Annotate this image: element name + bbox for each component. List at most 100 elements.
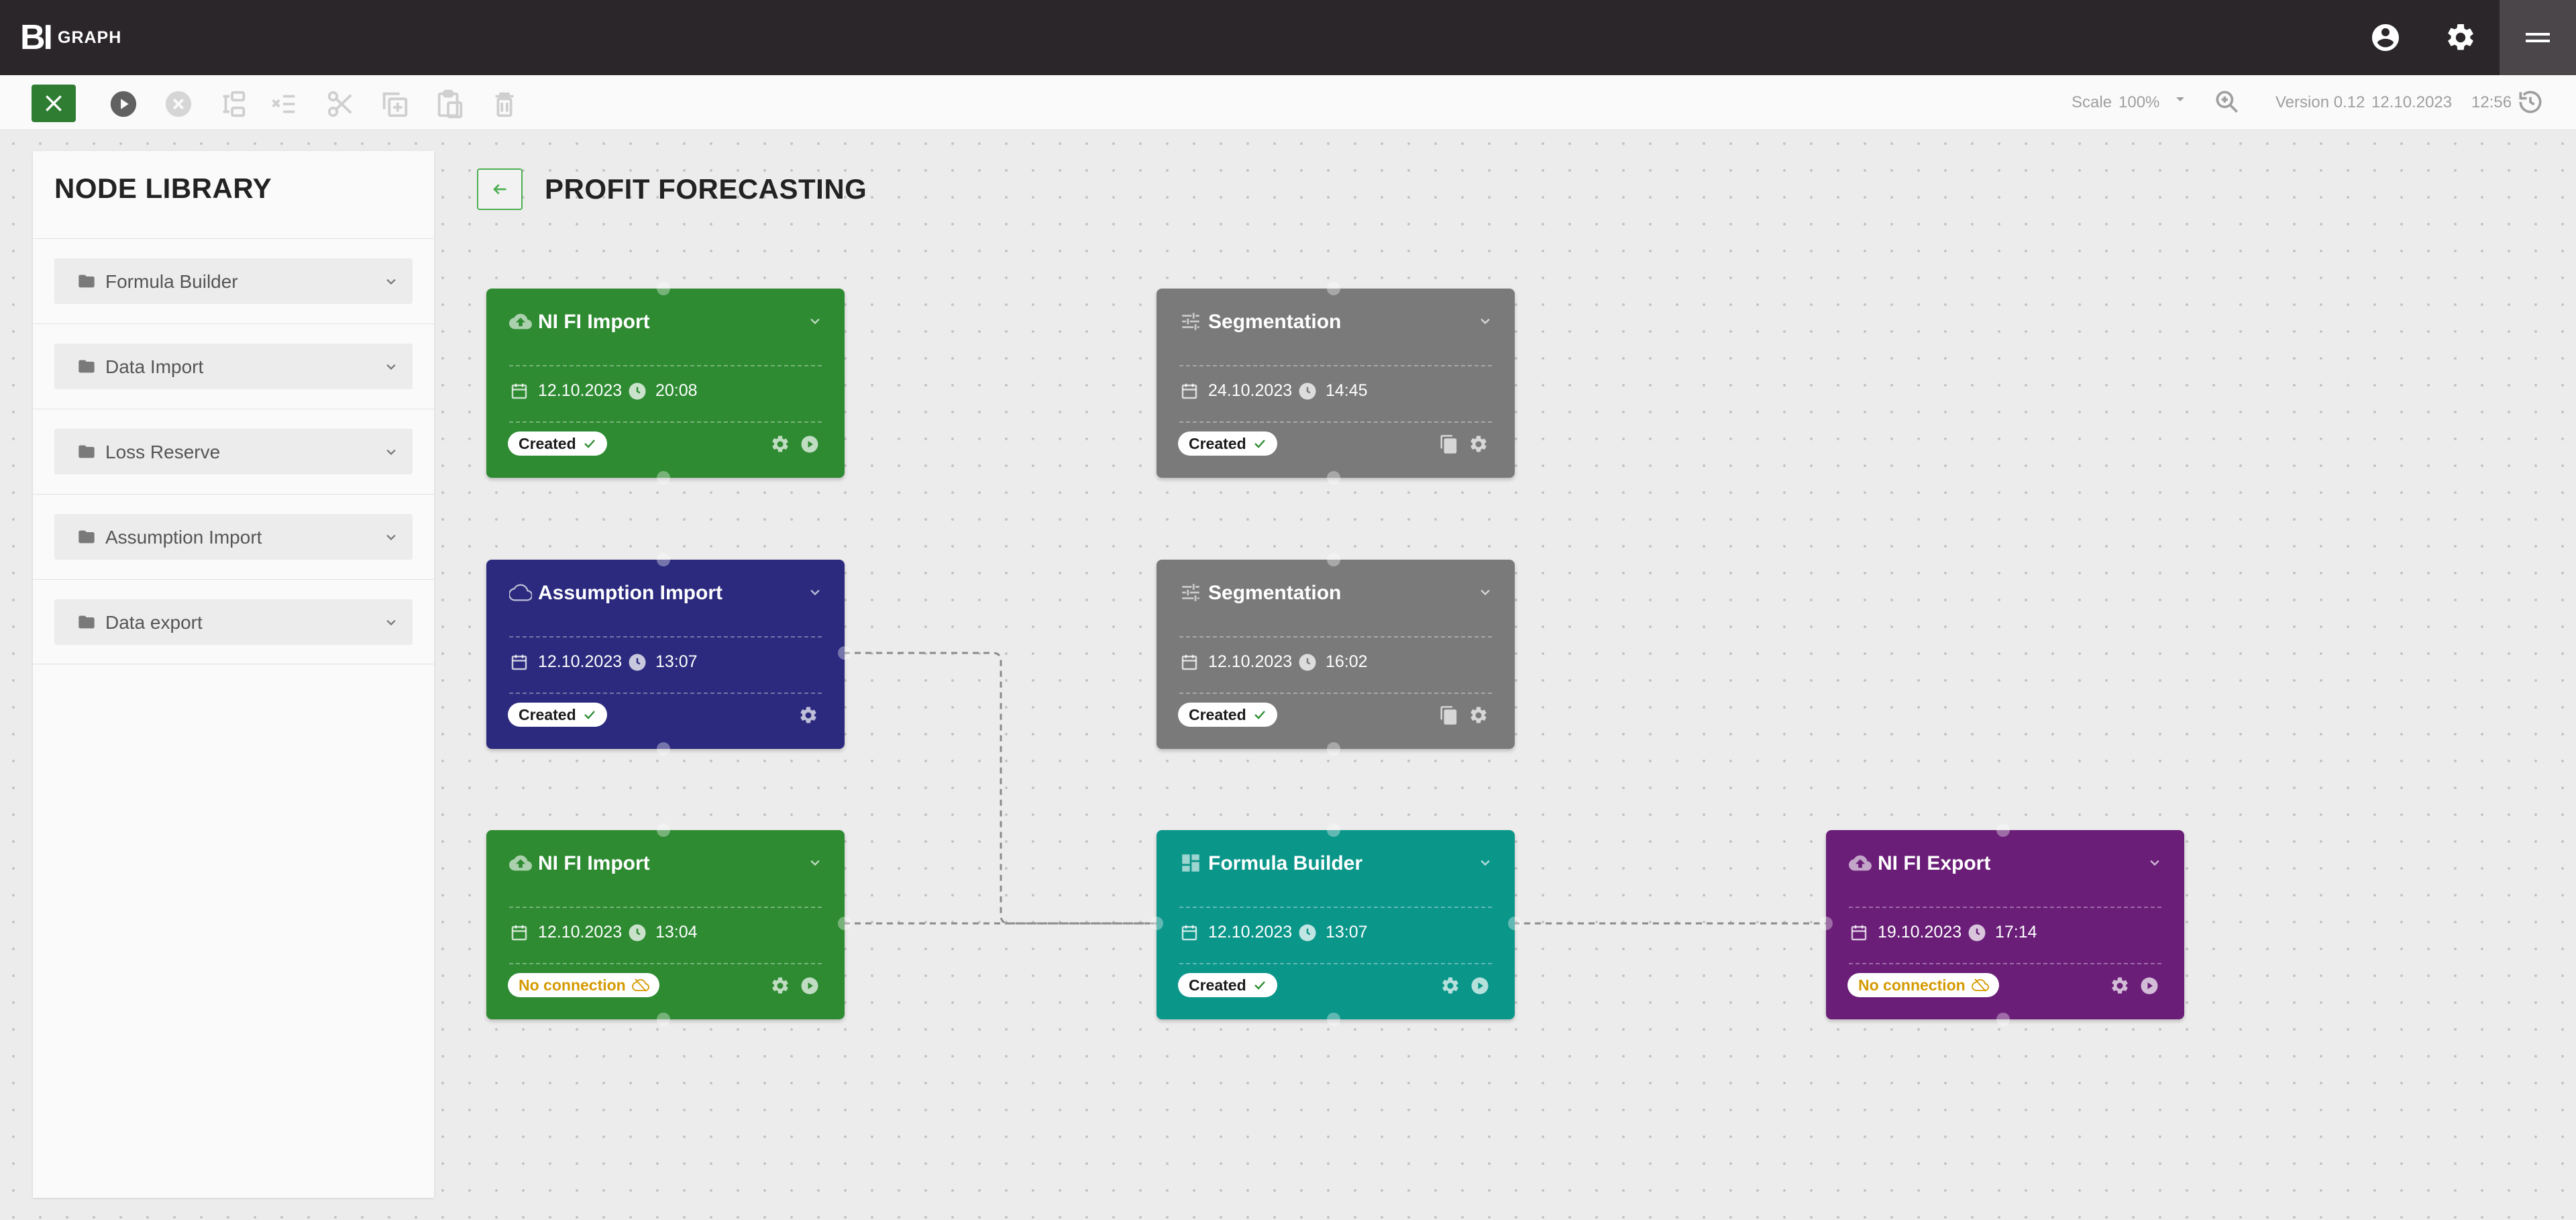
divider	[1179, 907, 1492, 908]
tune-icon	[1182, 584, 1199, 601]
chevron-down-icon[interactable]	[1476, 853, 1495, 872]
divider	[509, 636, 822, 638]
play-icon[interactable]	[2139, 976, 2159, 996]
calendar-icon	[1181, 654, 1197, 670]
port-right[interactable]	[838, 917, 851, 930]
port-bottom[interactable]	[657, 742, 670, 756]
divider	[509, 421, 822, 423]
node-ni-fi-export[interactable]: NI FI Export 19.10.2023 17:14 No connect…	[1819, 823, 2184, 1026]
status-badge: Created	[508, 703, 607, 727]
port-top[interactable]	[1996, 823, 2010, 837]
calendar-icon	[511, 383, 527, 399]
node-ni-fi-import[interactable]: NI FI Import 12.10.2023 20:08 Created	[486, 282, 845, 485]
node-assumption-import[interactable]: Assumption Import 12.10.2023 13:07 Creat…	[486, 553, 851, 756]
chevron-down-icon[interactable]	[1476, 582, 1495, 601]
tune-icon	[1182, 313, 1199, 330]
copy-icon[interactable]	[1439, 705, 1459, 725]
status-text: No connection	[1858, 976, 1966, 994]
divider	[1179, 365, 1492, 366]
status-text: Created	[1189, 705, 1246, 723]
status-badge: No connection	[508, 973, 659, 997]
calendar-icon	[1851, 925, 1867, 941]
clock-icon	[629, 924, 646, 942]
port-right[interactable]	[838, 646, 851, 660]
settings-icon[interactable]	[1440, 976, 1460, 996]
copy-icon[interactable]	[1439, 434, 1459, 454]
settings-icon[interactable]	[2110, 976, 2130, 996]
port-bottom[interactable]	[657, 1013, 670, 1026]
node-title: NI FI Import	[538, 852, 650, 874]
play-icon[interactable]	[1470, 976, 1490, 996]
divider	[509, 907, 822, 908]
port-bottom[interactable]	[1327, 1013, 1340, 1026]
port-left[interactable]	[1819, 917, 1833, 930]
node-time: 17:14	[1995, 923, 2037, 942]
node-title: Formula Builder	[1208, 852, 1363, 874]
node-title: Assumption Import	[538, 582, 722, 604]
port-top[interactable]	[657, 282, 670, 295]
port-top[interactable]	[657, 823, 670, 837]
divider	[509, 365, 822, 366]
node-title: Segmentation	[1208, 311, 1342, 333]
node-date: 12.10.2023	[1208, 652, 1293, 671]
divider	[509, 963, 822, 964]
port-bottom[interactable]	[1327, 471, 1340, 485]
play-icon[interactable]	[800, 434, 820, 454]
settings-icon[interactable]	[798, 705, 818, 725]
divider	[1179, 636, 1492, 638]
node-ni-fi-import[interactable]: NI FI Import 12.10.2023 13:04 No connect…	[486, 823, 851, 1026]
node-date: 24.10.2023	[1208, 381, 1293, 400]
node-title: NI FI Import	[538, 311, 650, 333]
port-right[interactable]	[1508, 917, 1521, 930]
calendar-icon	[1181, 925, 1197, 941]
play-icon[interactable]	[800, 976, 820, 996]
chevron-down-icon[interactable]	[806, 853, 824, 872]
divider	[1179, 963, 1492, 964]
check-icon	[1254, 440, 1265, 448]
node-date: 12.10.2023	[538, 923, 623, 942]
chevron-down-icon[interactable]	[806, 311, 824, 330]
node-time: 16:02	[1326, 652, 1368, 671]
clock-icon	[629, 383, 646, 400]
port-top[interactable]	[657, 553, 670, 566]
node-date: 19.10.2023	[1878, 923, 1962, 942]
port-bottom[interactable]	[1996, 1013, 2010, 1026]
port-left[interactable]	[1150, 917, 1163, 930]
status-badge: Created	[1178, 973, 1277, 997]
node-date: 12.10.2023	[1208, 923, 1293, 942]
cloud-upload-icon	[509, 313, 532, 329]
node-segmentation[interactable]: Segmentation 12.10.2023 16:02 Created	[1157, 553, 1515, 756]
clock-icon	[1299, 654, 1316, 671]
calendar-icon	[511, 654, 527, 670]
check-icon	[1254, 981, 1265, 990]
calendar-icon	[511, 925, 527, 941]
port-bottom[interactable]	[657, 471, 670, 485]
check-icon	[584, 711, 595, 719]
settings-icon[interactable]	[770, 976, 790, 996]
settings-icon[interactable]	[770, 434, 790, 454]
node-date: 12.10.2023	[538, 381, 623, 400]
clock-icon	[1299, 924, 1316, 942]
divider	[1849, 963, 2161, 964]
divider	[1179, 693, 1492, 694]
settings-icon[interactable]	[1468, 434, 1489, 454]
node-time: 14:45	[1326, 381, 1368, 400]
check-icon	[1254, 711, 1265, 719]
node-formula-builder[interactable]: Formula Builder 12.10.2023 13:07 Created	[1150, 823, 1521, 1026]
node-segmentation[interactable]: Segmentation 24.10.2023 14:45 Created	[1157, 282, 1515, 485]
settings-icon[interactable]	[1468, 705, 1489, 725]
cloud-outline-icon	[509, 584, 532, 601]
cloud-off-icon	[1971, 978, 1989, 992]
cloud-upload-icon	[1849, 855, 1872, 871]
chevron-down-icon[interactable]	[1476, 311, 1495, 330]
status-badge: Created	[1178, 431, 1277, 456]
port-top[interactable]	[1327, 553, 1340, 566]
divider	[1179, 421, 1492, 423]
chevron-down-icon[interactable]	[2145, 853, 2164, 872]
status-text: Created	[1189, 434, 1246, 452]
chevron-down-icon[interactable]	[806, 582, 824, 601]
cloud-upload-icon	[509, 855, 532, 871]
port-bottom[interactable]	[1327, 742, 1340, 756]
port-top[interactable]	[1327, 282, 1340, 295]
port-top[interactable]	[1327, 823, 1340, 837]
